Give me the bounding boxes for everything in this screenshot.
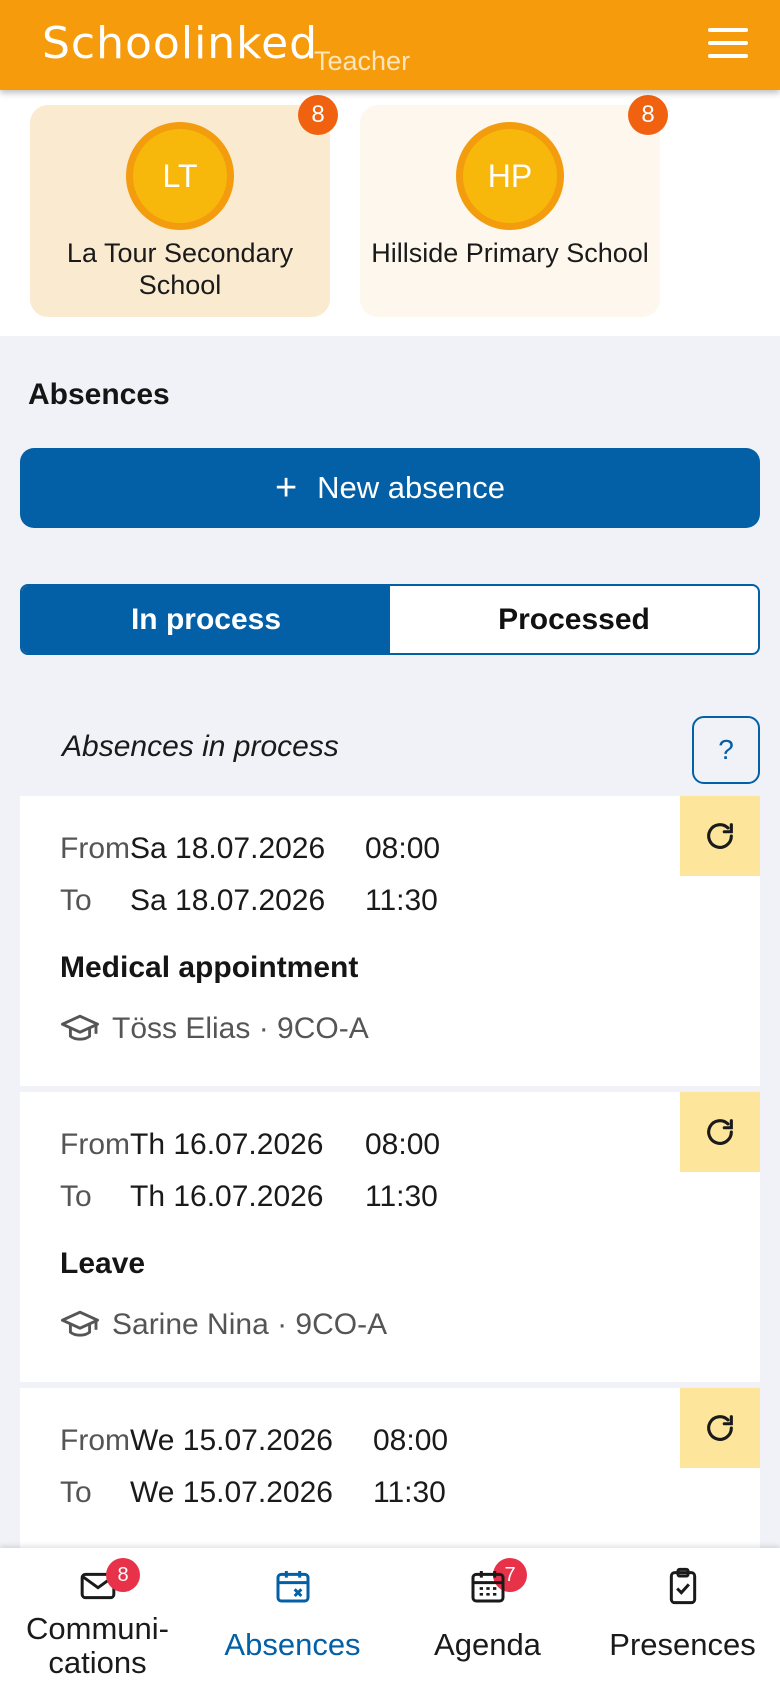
refresh-icon <box>707 1415 733 1441</box>
absence-reason: Leave <box>60 1247 146 1280</box>
to-date: Th 16.07.2026 <box>130 1180 324 1213</box>
clipboard-check-icon <box>669 1567 696 1605</box>
calendar-x-icon <box>276 1571 309 1603</box>
tab-in-process[interactable]: In process <box>22 586 390 653</box>
from-time: 08:00 <box>373 1424 449 1457</box>
nav-label: cations <box>48 1645 147 1680</box>
student-info: Sarine Nina · 9CO-A <box>60 1308 387 1342</box>
refresh-icon <box>707 1119 733 1145</box>
to-label: To <box>60 884 92 917</box>
school-notification-badge: 8 <box>628 95 668 135</box>
from-date: Th 16.07.2026 <box>130 1128 324 1161</box>
from-label: From <box>60 832 130 865</box>
notification-badge: 8 <box>106 1558 140 1592</box>
to-label: To <box>60 1476 92 1509</box>
from-label: From <box>60 1424 130 1457</box>
absence-reason: Medical appointment <box>60 951 359 984</box>
to-date: We 15.07.2026 <box>130 1476 333 1509</box>
to-date: Sa 18.07.2026 <box>130 884 326 917</box>
from-date: We 15.07.2026 <box>130 1424 333 1457</box>
from-date: Sa 18.07.2026 <box>130 832 326 865</box>
school-notification-badge: 8 <box>298 95 338 135</box>
bottom-navigation: 8 Communi- cations 7 Absences Agenda Pre… <box>0 1548 780 1688</box>
school-switcher: LT La Tour Secondary School 8 HP Hillsid… <box>0 90 780 336</box>
to-row: To Th 16.07.2026 11:30 <box>60 1180 438 1214</box>
refresh-icon <box>707 823 733 849</box>
calendar-grid-icon <box>471 1571 504 1603</box>
to-row: To Sa 18.07.2026 11:30 <box>60 884 438 918</box>
user-role-label: Teacher <box>314 46 411 76</box>
graduation-cap-icon <box>60 1310 100 1337</box>
nav-label: Agenda <box>434 1627 541 1662</box>
school-card-hillside[interactable]: HP Hillside Primary School 8 <box>360 95 668 317</box>
student-name-class: Sarine Nina · 9CO-A <box>112 1308 388 1341</box>
refresh-button[interactable] <box>680 1092 760 1172</box>
refresh-button[interactable] <box>680 796 760 876</box>
nav-label: Absences <box>224 1627 361 1662</box>
from-row: FromWe 15.07.2026 08:00 <box>60 1424 448 1458</box>
from-label: From <box>60 1128 130 1161</box>
from-time: 08:00 <box>365 1128 441 1161</box>
to-time: 11:30 <box>373 1476 446 1509</box>
to-label: To <box>60 1180 92 1213</box>
app-logo: Schoolinked <box>42 18 319 69</box>
list-heading: Absences in process <box>62 730 339 763</box>
graduation-cap-icon <box>60 1014 100 1041</box>
school-name: La Tour Secondary School <box>66 238 294 300</box>
nav-presences[interactable]: Presences <box>585 1548 780 1688</box>
tab-processed[interactable]: Processed <box>390 586 758 653</box>
absence-card[interactable]: FromSa 18.07.2026 08:00 To Sa 18.07.2026 11… <box>20 796 760 1086</box>
help-button[interactable]: ? <box>692 716 760 784</box>
school-card-la-tour[interactable]: LT La Tour Secondary School 8 <box>30 95 338 317</box>
nav-agenda[interactable]: Agenda <box>390 1548 585 1688</box>
nav-communications[interactable]: 8 Communi- cations <box>0 1548 195 1688</box>
absence-card[interactable]: FromTh 16.07.2026 08:00 To Th 16.07.2026 11… <box>20 1092 760 1382</box>
nav-label: Presences <box>609 1627 756 1662</box>
nav-absences[interactable]: 7 Absences <box>195 1548 527 1688</box>
school-avatar: LT <box>126 122 234 230</box>
to-time: 11:30 <box>365 1180 438 1213</box>
from-time: 08:00 <box>365 832 441 865</box>
school-name: Hillside Primary School <box>371 238 649 268</box>
absence-status-tabs: In process Processed <box>20 584 760 655</box>
app-header: Schoolinked Teacher <box>0 0 780 90</box>
refresh-button[interactable] <box>680 1388 760 1468</box>
from-row: FromSa 18.07.2026 08:00 <box>60 832 440 866</box>
to-row: To We 15.07.2026 11:30 <box>60 1476 446 1510</box>
student-info: Töss Elias · 9CO-A <box>60 1012 369 1046</box>
school-avatar: HP <box>456 122 564 230</box>
new-absence-label: New absence <box>317 470 506 505</box>
plus-icon: + <box>274 466 298 509</box>
to-time: 11:30 <box>365 884 438 917</box>
page-title: Absences <box>28 378 170 411</box>
nav-label: Communi- <box>26 1611 169 1646</box>
student-name-class: Töss Elias · 9CO-A <box>112 1012 369 1045</box>
from-row: FromTh 16.07.2026 08:00 <box>60 1128 440 1162</box>
hamburger-menu-icon[interactable] <box>708 28 748 62</box>
new-absence-button[interactable]: + New absence <box>20 448 760 528</box>
